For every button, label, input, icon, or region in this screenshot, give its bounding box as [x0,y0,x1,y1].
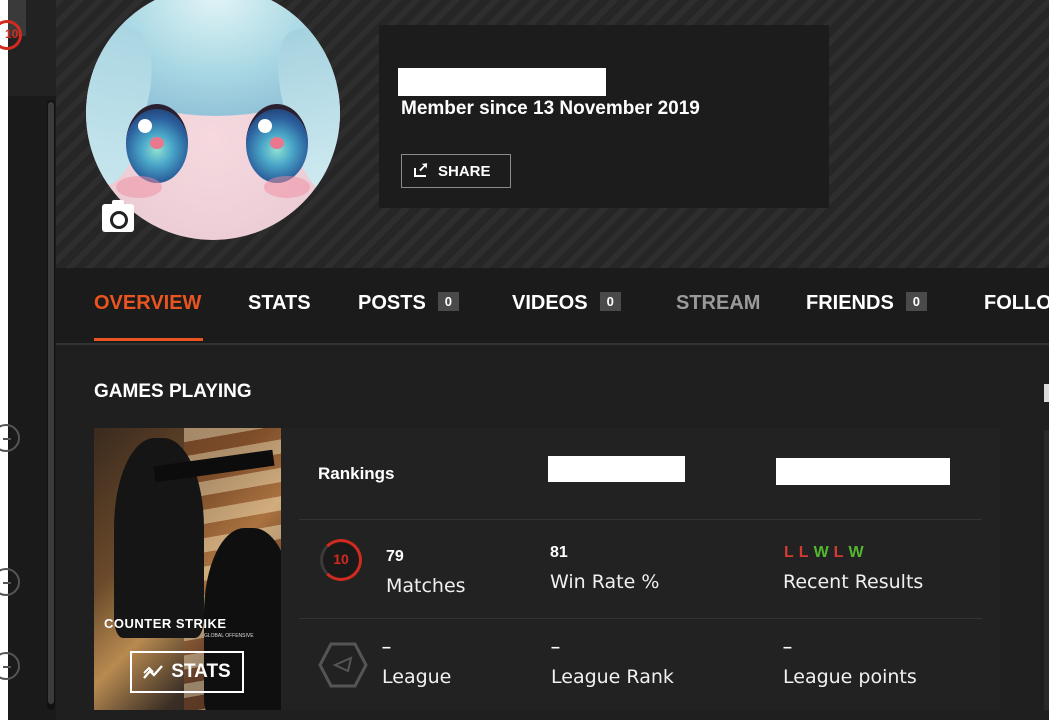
skill-level-badge: 10 [320,539,362,581]
tab-label: FRIENDS [806,292,894,314]
league-label: League [382,666,452,688]
league-points-label: League points [783,666,917,688]
profile-header: Member since 13 November 2019 SHARE [56,0,1049,268]
skill-level-value: 10 [333,551,349,567]
result-win: W [848,544,864,561]
redacted-ranking [776,458,950,485]
rankings-label: Rankings [318,464,395,483]
avatar-blush [264,176,310,198]
tab-label: OVERVIEW [94,292,202,314]
tab-stats[interactable]: STATS [248,292,311,315]
member-since: Member since 13 November 2019 [401,98,700,119]
result-loss: L [833,544,844,561]
result-loss: L [784,544,794,561]
redacted-username [398,68,606,96]
active-tab-indicator [94,338,203,341]
tab-friends[interactable]: FRIENDS 0 [806,292,928,315]
left-sidebar: 10 [0,0,56,720]
tab-posts[interactable]: POSTS 0 [358,292,460,315]
win-rate-value: 81 [550,544,568,561]
row-divider [299,618,982,619]
league-rank-value: – [551,639,560,656]
section-title-games-playing: GAMES PLAYING [94,381,252,402]
tab-overview[interactable]: OVERVIEW [94,292,201,315]
tab-videos[interactable]: VIDEOS 0 [512,292,621,315]
league-icon [318,642,368,688]
tab-stream[interactable]: STREAM [676,292,760,315]
count-badge: 0 [437,292,460,312]
matches-label: Matches [386,575,466,597]
count-badge: 0 [905,292,928,312]
win-rate-label: Win Rate % [550,571,660,593]
tab-label: FOLLO [984,292,1049,314]
tab-following[interactable]: FOLLO [984,292,1049,315]
profile-tabs: OVERVIEW STATS POSTS 0 VIDEOS 0 STREAM FRI… [56,268,1049,345]
league-points-value: – [783,639,792,656]
share-icon [414,159,430,178]
game-cover-image[interactable]: COUNTER STRIKE GLOBAL OFFENSIVE STATS [94,428,281,710]
tab-label: STATS [248,292,311,314]
count-badge: 0 [599,292,621,312]
trend-icon [143,665,164,679]
add-circle-icon[interactable] [0,652,20,680]
right-panel-edge [1044,430,1049,710]
result-loss: L [798,544,809,561]
game-logo: COUNTER STRIKE [104,616,227,631]
game-card: COUNTER STRIKE GLOBAL OFFENSIVE STATS Ra… [94,428,1000,710]
sidebar-level-value: 10 [5,27,19,41]
share-button[interactable]: SHARE [401,154,511,188]
recent-results-label: Recent Results [783,571,924,593]
sidebar-scrollbar-thumb[interactable] [48,102,54,704]
tab-label: VIDEOS [512,292,588,314]
share-label: SHARE [438,162,491,180]
result-win: W [813,544,829,561]
tab-label: STREAM [676,292,761,314]
add-circle-icon[interactable] [0,568,20,596]
league-value: – [382,639,391,656]
sidebar-edge [0,0,8,720]
profile-info-box: Member since 13 November 2019 SHARE [379,25,829,208]
row-divider [299,519,982,520]
avatar-eye [126,104,188,183]
camera-icon[interactable] [102,200,134,232]
avatar-blush [116,176,162,198]
avatar-eye [246,104,308,183]
add-circle-icon[interactable] [0,424,20,452]
redacted-ranking [548,456,685,482]
stats-button-label: STATS [171,661,231,682]
matches-value: 79 [386,548,404,565]
league-rank-label: League Rank [551,666,674,688]
tab-label: POSTS [358,292,426,314]
game-logo-subtitle: GLOBAL OFFENSIVE [204,633,254,639]
recent-results: LLWLW [784,544,869,562]
game-stats-button[interactable]: STATS [130,651,244,693]
right-panel-edge [1044,384,1049,402]
